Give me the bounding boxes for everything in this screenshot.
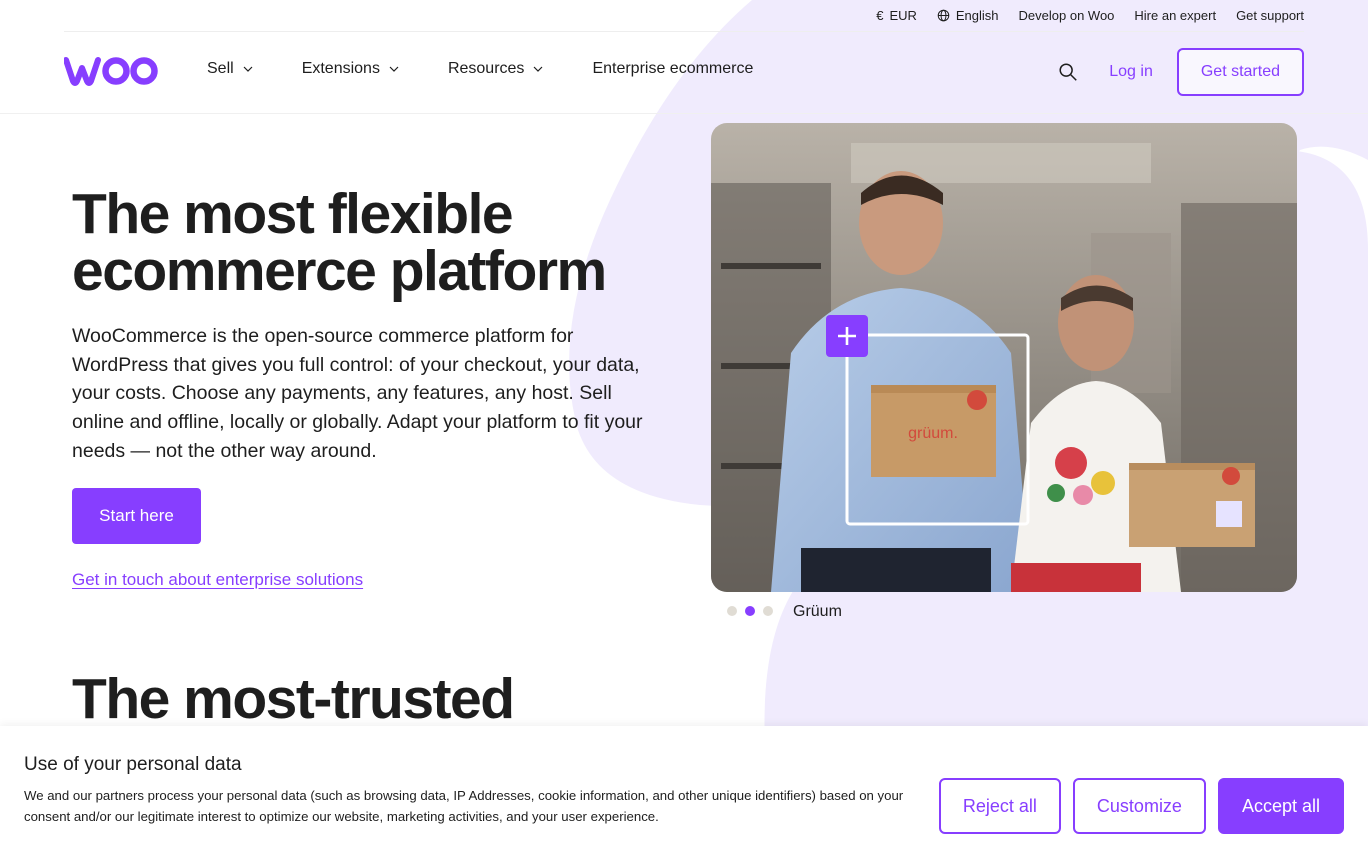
start-here-button[interactable]: Start here — [72, 488, 201, 544]
primary-nav: Sell Extensions Resources Enterprise eco… — [207, 60, 801, 78]
hero-image: grüum. — [711, 123, 1297, 592]
develop-link[interactable]: Develop on Woo — [1019, 8, 1115, 23]
search-icon[interactable] — [1057, 61, 1079, 83]
language-selector[interactable]: English — [937, 8, 999, 23]
hire-expert-link[interactable]: Hire an expert — [1134, 8, 1216, 23]
chevron-down-icon — [389, 66, 399, 72]
nav-item-enterprise[interactable]: Enterprise ecommerce — [592, 60, 753, 78]
language-label: English — [955, 8, 999, 23]
nav-item-resources[interactable]: Resources — [448, 60, 544, 78]
currency-label: EUR — [889, 8, 917, 23]
nav-item-label: Sell — [207, 60, 234, 77]
woo-logo[interactable] — [63, 56, 160, 91]
cookie-actions: Reject all Customize Accept all — [938, 778, 1344, 834]
chevron-down-icon — [243, 66, 253, 72]
cookie-text: We and our partners process your persona… — [24, 788, 904, 824]
nav-item-label: Extensions — [301, 60, 380, 77]
carousel-caption: Grüum — [793, 603, 842, 620]
hero-description: WooCommerce is the open-source commerce … — [72, 325, 643, 462]
hero-photo: grüum. — [711, 123, 1297, 592]
hero-title: The most flexible ecommerce platform — [72, 182, 607, 303]
section-title: The most-trusted — [72, 667, 515, 731]
euro-icon: € — [876, 8, 884, 23]
cookie-title: Use of your personal data — [24, 754, 242, 775]
carousel-dot-3[interactable] — [763, 606, 773, 616]
nav-item-extensions[interactable]: Extensions — [302, 60, 400, 78]
nav-item-label: Resources — [447, 60, 525, 77]
reject-all-button[interactable]: Reject all — [938, 778, 1061, 834]
nav-item-sell[interactable]: Sell — [207, 60, 254, 78]
add-hotspot-button[interactable] — [826, 315, 868, 357]
chevron-down-icon — [534, 66, 543, 72]
cookie-banner: Use of your personal data We and our par… — [0, 726, 1368, 858]
currency-selector[interactable]: € EUR — [876, 8, 917, 23]
carousel-dot-1[interactable] — [727, 606, 737, 616]
main-nav: Sell Extensions Resources Enterprise eco… — [0, 32, 1368, 114]
nav-item-label: Enterprise ecommerce — [592, 60, 754, 77]
nav-actions: Log in Get started — [1057, 48, 1304, 96]
carousel-dots — [727, 606, 773, 616]
utility-bar: € EUR English Develop on Woo Hire an exp… — [64, 0, 1304, 32]
accept-all-button[interactable]: Accept all — [1217, 778, 1344, 834]
get-started-button[interactable]: Get started — [1176, 48, 1304, 96]
box-brand-text: grüum. — [908, 425, 958, 442]
login-link[interactable]: Log in — [1109, 63, 1153, 81]
enterprise-contact-link[interactable]: Get in touch about enterprise solutions — [72, 570, 363, 590]
customize-button[interactable]: Customize — [1072, 778, 1206, 834]
support-link[interactable]: Get support — [1236, 8, 1304, 23]
globe-icon — [937, 9, 950, 22]
plus-icon — [838, 327, 856, 345]
carousel-dot-2[interactable] — [745, 606, 755, 616]
woo-logo-icon — [63, 57, 158, 86]
